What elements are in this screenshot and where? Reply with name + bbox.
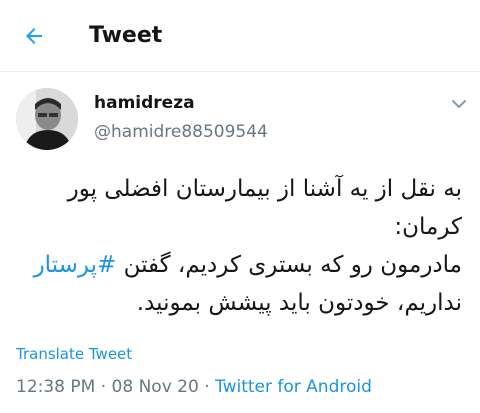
tweet-date: 08 Nov 20 [111, 377, 199, 397]
meta-separator: · [100, 377, 107, 397]
chevron-down-icon [452, 100, 466, 108]
translate-tweet-link[interactable]: Translate Tweet [16, 345, 132, 363]
author-display-name[interactable]: hamidreza [94, 93, 195, 113]
tweet-text-line: به نقل از یه آشنا از بیمارستان افضلی پور [67, 176, 462, 202]
tweet-meta: 12:38 PM · 08 Nov 20 · Twitter for Andro… [16, 377, 372, 397]
app-header: Tweet [0, 0, 480, 72]
tweet-text-line: نداریم، خودتون باید پیشش بمونید. [136, 290, 462, 316]
tweet-source-link[interactable]: Twitter for Android [215, 377, 372, 397]
tweet-menu-button[interactable] [448, 93, 470, 115]
page-title: Tweet [89, 23, 163, 48]
tweet-text-line: کرمان: [394, 214, 462, 240]
avatar[interactable] [16, 88, 78, 150]
tweet-time: 12:38 PM [16, 377, 96, 397]
hashtag-link[interactable]: #پرستار [34, 252, 117, 278]
tweet-text-segment: مادرمون رو که بستری کردیم، گفتن [116, 252, 462, 278]
arrow-left-icon [26, 28, 42, 44]
tweet-text-line: مادرمون رو که بستری کردیم، گفتن #پرستار [16, 246, 462, 284]
back-button[interactable] [18, 20, 50, 52]
author-handle[interactable]: @hamidre88509544 [94, 122, 268, 142]
meta-separator: · [204, 377, 210, 397]
avatar-image [16, 88, 78, 150]
tweet-text: به نقل از یه آشنا از بیمارستان افضلی پور… [16, 170, 462, 322]
